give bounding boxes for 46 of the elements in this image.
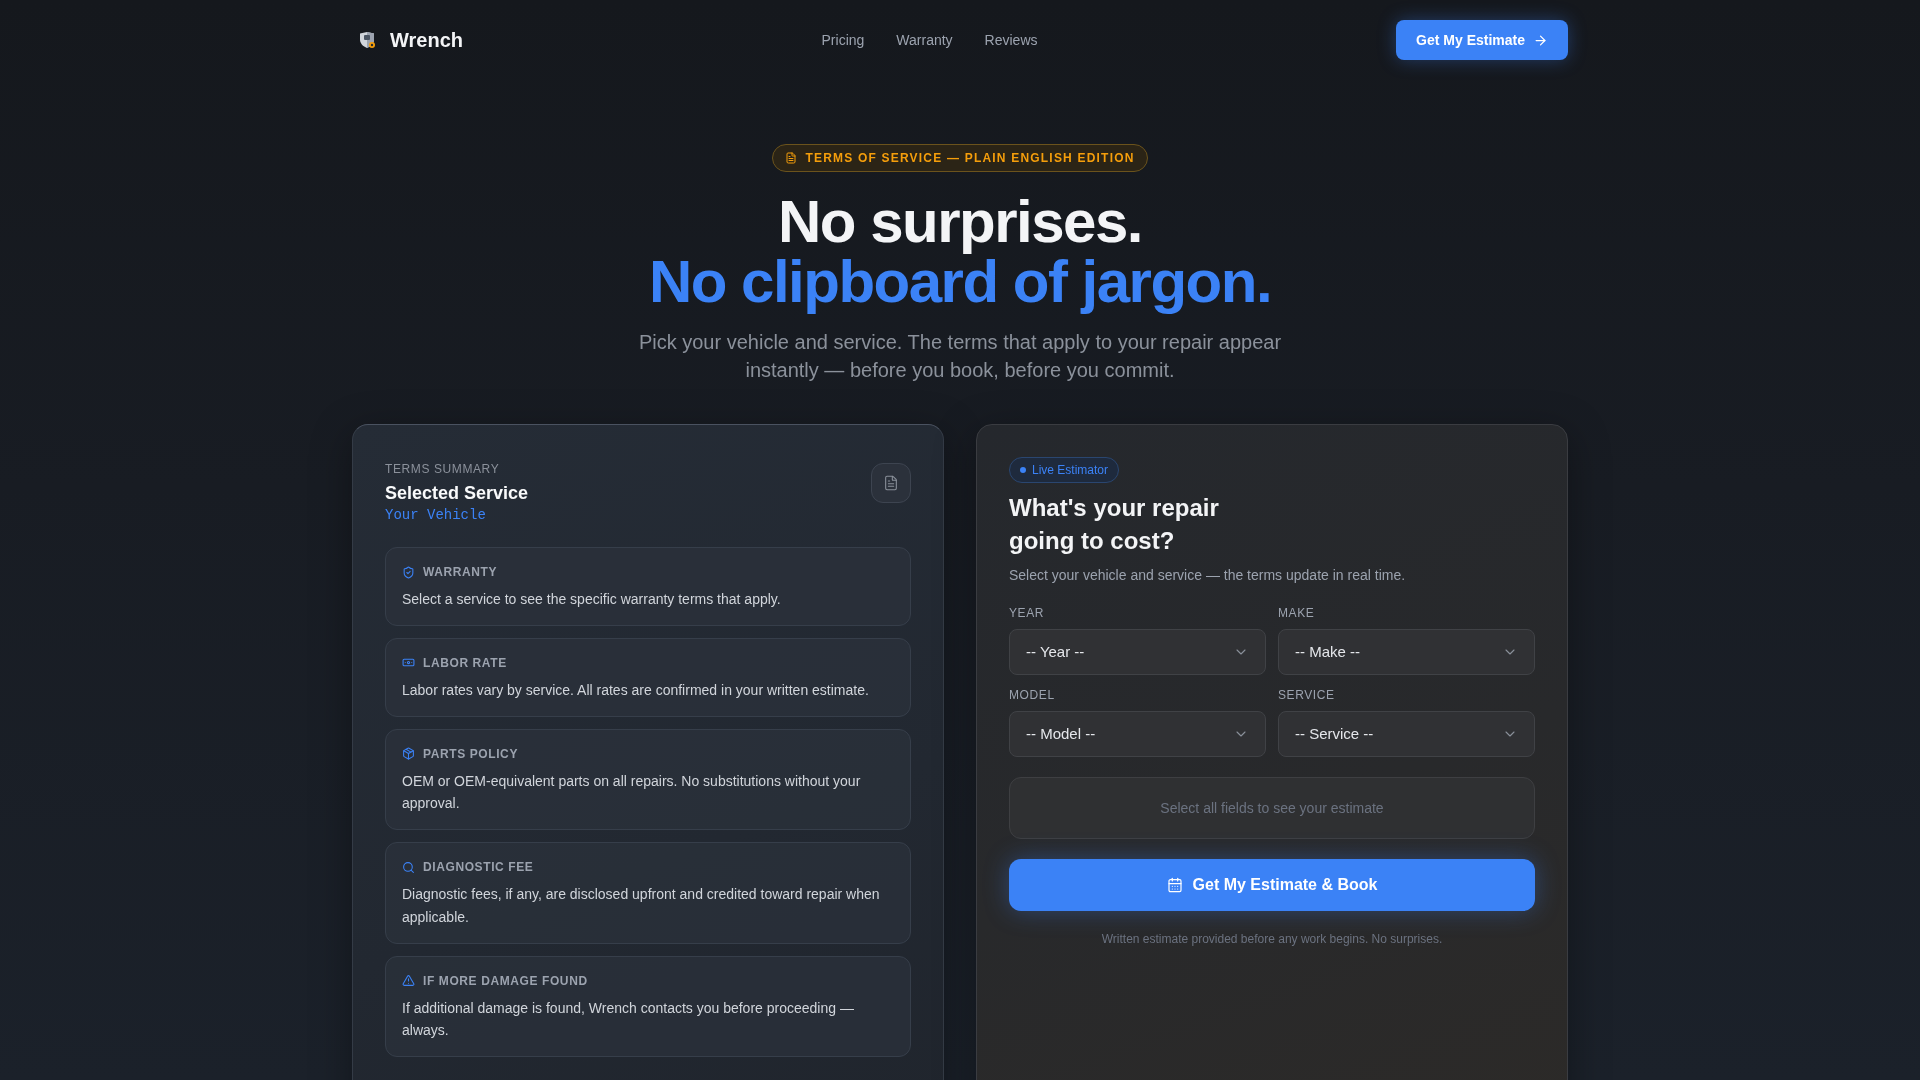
estimate-result-field: Select all fields to see your estimate [1009,777,1535,839]
term-title: WARRANTY [423,564,498,580]
term-description: Diagnostic fees, if any, are disclosed upfront and credited toward repair when applicable. [402,885,881,927]
document-button[interactable] [871,463,911,503]
dropdown-select[interactable]: -- Make -- [1278,629,1535,675]
term-title: LABOR RATE [423,654,507,671]
estimate-book-button[interactable]: Get My Estimate & Book [1009,859,1535,911]
box-icon [402,747,415,760]
shield-check-icon [402,565,415,579]
dropdown-select[interactable]: -- Model -- [1009,711,1266,757]
calendar-icon [1166,877,1183,893]
brand-name: Wrench [390,28,463,53]
document-icon [883,475,899,491]
arrow-right-icon [1533,32,1548,48]
badge-text: TERMS OF SERVICE — PLAIN ENGLISH EDITION [805,150,1135,166]
status-dot-icon [1020,467,1026,473]
term-title: DIAGNOSTIC FEE [423,859,534,875]
term-description: Select a service to see the specific warranty terms that apply. [402,590,782,609]
document-icon [785,152,798,164]
shield-logo-icon [358,31,376,49]
dropdown-select[interactable]: -- Year -- [1009,629,1266,675]
summary-title: Selected Service [385,482,529,505]
term-description: OEM or OEM-equivalent parts on all repairs. No substitutions without your approval. [402,771,862,814]
nav-link[interactable]: Reviews [984,30,1038,50]
search-icon [402,860,415,874]
term-description: Labor rates vary by service. All rates are confirmed in your written estimate. [402,680,870,700]
field-label: MODEL [1009,687,1056,703]
estimate-note: Written estimate provided before any work begins. No surprises. [1100,931,1444,947]
estimator-subtitle: Select your vehicle and service — the terms update in real time. [1009,566,1407,585]
term-title: IF MORE DAMAGE FOUND [423,972,588,989]
estimator-heading: What's your repair going to cost? [1009,493,1220,556]
section-eyebrow: TERMS SUMMARY [385,461,501,477]
field-label: MAKE [1278,605,1316,621]
nav-link[interactable]: Warranty [896,30,953,50]
dropdown-select[interactable]: -- Service -- [1278,711,1535,757]
nav-link[interactable]: Pricing [821,30,865,50]
field-label: SERVICE [1278,687,1336,703]
hero-heading: No surprises. [777,192,1143,252]
field-label: YEAR [1009,605,1046,621]
term-description: If additional damage is found, Wrench contacts you before proceeding — always. [402,998,855,1041]
hero-subtitle: Pick your vehicle and service. The terms that apply to your repair appear instantly — before you book, before you commit. [637,330,1283,383]
vehicle-label: Your Vehicle [385,506,487,525]
get-estimate-button[interactable]: Get My Estimate [1396,20,1568,60]
term-title: PARTS POLICY [423,745,518,762]
badge-text: Live Estimator [1032,462,1109,478]
warning-triangle-icon [402,974,415,987]
